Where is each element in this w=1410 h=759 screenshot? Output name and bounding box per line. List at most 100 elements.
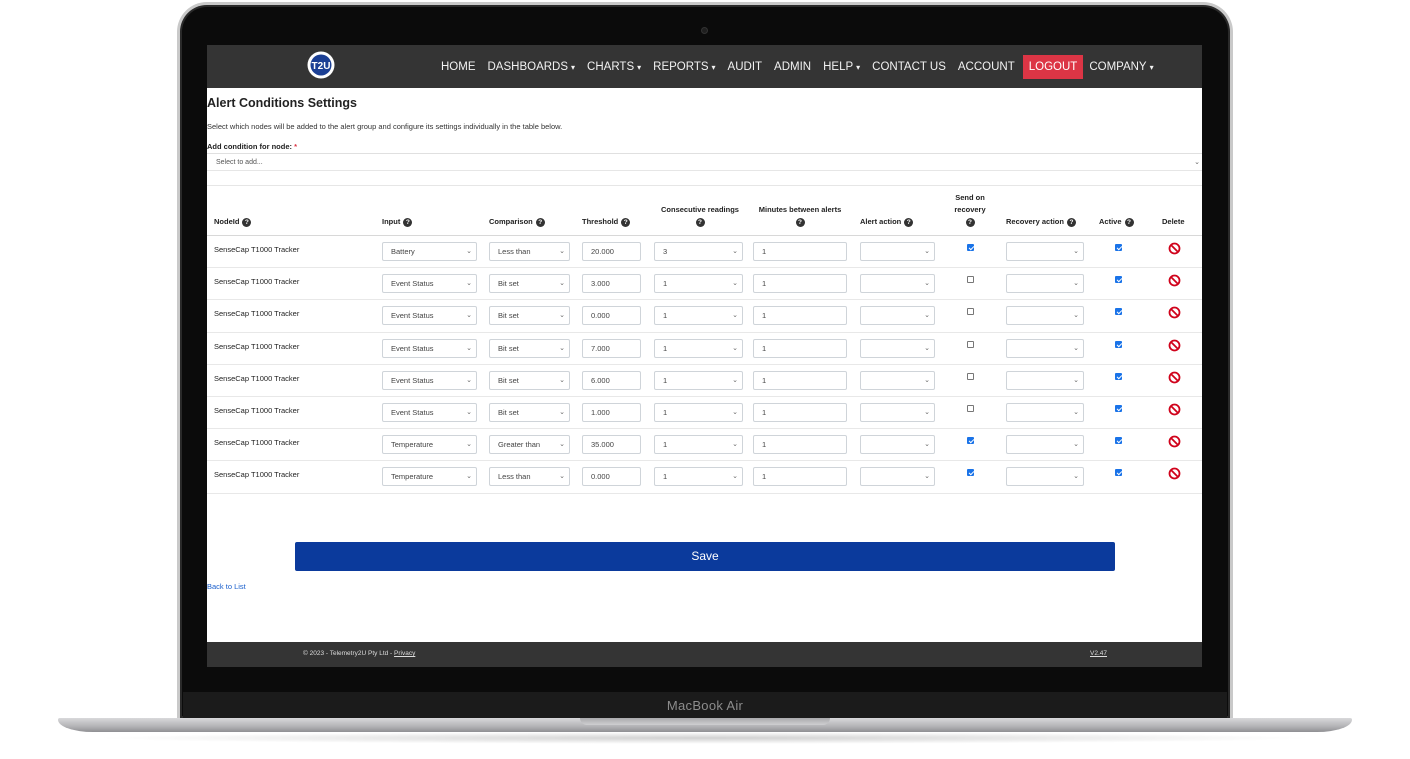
active-checkbox[interactable] [1115, 372, 1122, 380]
recovery-action-select[interactable]: ⌄ [1006, 338, 1084, 358]
input-select[interactable]: Temperature ⌄ [382, 435, 477, 455]
delete-icon[interactable] [1168, 339, 1181, 352]
nav-item-charts[interactable]: CHARTS ▾ [581, 55, 647, 79]
recovery-action-select[interactable]: ⌄ [1006, 274, 1084, 294]
threshold-input[interactable]: 35.000 [582, 435, 641, 455]
alert-action-select[interactable]: ⌄ [860, 242, 935, 261]
threshold-input[interactable]: 6.000 [582, 370, 641, 390]
help-icon[interactable]: ? [535, 217, 545, 227]
recovery-action-select[interactable]: ⌄ [1006, 467, 1084, 487]
save-button[interactable]: Save [295, 542, 1115, 571]
nav-item-contact-us[interactable]: CONTACT US [866, 55, 952, 79]
input-select[interactable]: Event Status ⌄ [382, 274, 477, 294]
minutes-input[interactable]: 1 [753, 370, 847, 390]
consecutive-select[interactable]: 1 ⌄ [654, 338, 743, 358]
consecutive-select[interactable]: 1 ⌄ [654, 370, 743, 390]
comparison-select[interactable]: Bit set ⌄ [489, 338, 570, 358]
minutes-input[interactable]: 1 [753, 306, 847, 326]
input-select[interactable]: Event Status ⌄ [382, 306, 477, 326]
nav-item-account[interactable]: ACCOUNT [952, 55, 1021, 79]
threshold-input[interactable]: 7.000 [582, 338, 641, 358]
delete-icon[interactable] [1168, 435, 1181, 448]
comparison-select[interactable]: Bit set ⌄ [489, 274, 570, 294]
nav-item-admin[interactable]: ADMIN [768, 55, 817, 79]
input-select[interactable]: Event Status ⌄ [382, 370, 477, 390]
comparison-select[interactable]: Bit set ⌄ [489, 370, 570, 390]
minutes-input[interactable]: 1 [753, 274, 847, 294]
active-checkbox[interactable] [1115, 469, 1122, 477]
recovery-action-select[interactable]: ⌄ [1006, 306, 1084, 326]
consecutive-select[interactable]: 1 ⌄ [654, 402, 743, 422]
delete-icon[interactable] [1168, 467, 1181, 480]
minutes-input[interactable]: 1 [753, 467, 847, 487]
alert-action-select[interactable]: ⌄ [860, 370, 935, 390]
nav-item-reports[interactable]: REPORTS ▾ [647, 55, 721, 79]
alert-action-select[interactable]: ⌄ [860, 306, 935, 326]
threshold-input[interactable]: 1.000 [582, 402, 641, 422]
send-on-recovery-checkbox[interactable] [967, 244, 974, 251]
recovery-action-select[interactable]: ⌄ [1006, 435, 1084, 455]
help-icon[interactable]: ? [695, 217, 705, 227]
consecutive-select[interactable]: 1 ⌄ [654, 274, 743, 294]
threshold-input[interactable]: 3.000 [582, 274, 641, 294]
recovery-action-select[interactable]: ⌄ [1006, 242, 1084, 261]
nav-item-audit[interactable]: AUDIT [722, 55, 769, 79]
comparison-select[interactable]: Greater than ⌄ [489, 435, 570, 455]
help-icon[interactable]: ? [242, 217, 252, 227]
consecutive-select[interactable]: 1 ⌄ [654, 306, 743, 326]
delete-icon[interactable] [1168, 242, 1181, 255]
minutes-input[interactable]: 1 [753, 435, 847, 455]
help-icon[interactable]: ? [904, 217, 914, 227]
minutes-input[interactable]: 1 [753, 402, 847, 422]
send-on-recovery-checkbox[interactable] [967, 372, 974, 380]
help-icon[interactable]: ? [403, 217, 413, 227]
minutes-input[interactable]: 1 [753, 242, 847, 261]
threshold-input[interactable]: 0.000 [582, 306, 641, 326]
comparison-select[interactable]: Bit set ⌄ [489, 306, 570, 326]
consecutive-select[interactable]: 3 ⌄ [654, 242, 743, 261]
nav-item-company[interactable]: COMPANY ▾ [1083, 55, 1159, 79]
active-checkbox[interactable] [1115, 404, 1122, 412]
alert-action-select[interactable]: ⌄ [860, 467, 935, 487]
delete-icon[interactable] [1168, 274, 1181, 287]
minutes-input[interactable]: 1 [753, 338, 847, 358]
input-select[interactable]: Temperature ⌄ [382, 467, 477, 487]
help-icon[interactable]: ? [1066, 217, 1076, 227]
version-link[interactable]: V2.47 [1090, 650, 1107, 657]
help-icon[interactable]: ? [1124, 217, 1134, 227]
nav-item-home[interactable]: HOME [435, 55, 482, 79]
recovery-action-select[interactable]: ⌄ [1006, 402, 1084, 422]
help-icon[interactable]: ? [795, 217, 805, 227]
consecutive-select[interactable]: 1 ⌄ [654, 467, 743, 487]
active-checkbox[interactable] [1115, 308, 1122, 316]
active-checkbox[interactable] [1115, 437, 1122, 445]
privacy-link[interactable]: Privacy [394, 650, 415, 657]
delete-icon[interactable] [1168, 403, 1181, 416]
help-icon[interactable]: ? [621, 217, 631, 227]
recovery-action-select[interactable]: ⌄ [1006, 370, 1084, 390]
alert-action-select[interactable]: ⌄ [860, 338, 935, 358]
nav-item-logout[interactable]: LOGOUT [1022, 54, 1084, 79]
send-on-recovery-checkbox[interactable] [967, 404, 974, 412]
input-select[interactable]: Battery ⌄ [382, 242, 477, 261]
nav-item-dashboards[interactable]: DASHBOARDS ▾ [482, 55, 582, 79]
add-node-select[interactable]: Select to add... ⌄ [207, 153, 1202, 171]
help-icon[interactable]: ? [965, 217, 975, 227]
alert-action-select[interactable]: ⌄ [860, 274, 935, 294]
alert-action-select[interactable]: ⌄ [860, 402, 935, 422]
send-on-recovery-checkbox[interactable] [967, 308, 974, 316]
nav-item-help[interactable]: HELP ▾ [817, 55, 866, 79]
delete-icon[interactable] [1168, 306, 1181, 319]
input-select[interactable]: Event Status ⌄ [382, 402, 477, 422]
active-checkbox[interactable] [1115, 340, 1122, 348]
comparison-select[interactable]: Bit set ⌄ [489, 402, 570, 422]
input-select[interactable]: Event Status ⌄ [382, 338, 477, 358]
send-on-recovery-checkbox[interactable] [967, 276, 974, 284]
telemetry2u-logo[interactable]: T2U [303, 50, 339, 82]
alert-action-select[interactable]: ⌄ [860, 435, 935, 455]
comparison-select[interactable]: Less than ⌄ [489, 467, 570, 487]
back-to-list-link[interactable]: Back to List [207, 582, 246, 591]
comparison-select[interactable]: Less than ⌄ [489, 242, 570, 261]
active-checkbox[interactable] [1115, 244, 1122, 251]
consecutive-select[interactable]: 1 ⌄ [654, 435, 743, 455]
